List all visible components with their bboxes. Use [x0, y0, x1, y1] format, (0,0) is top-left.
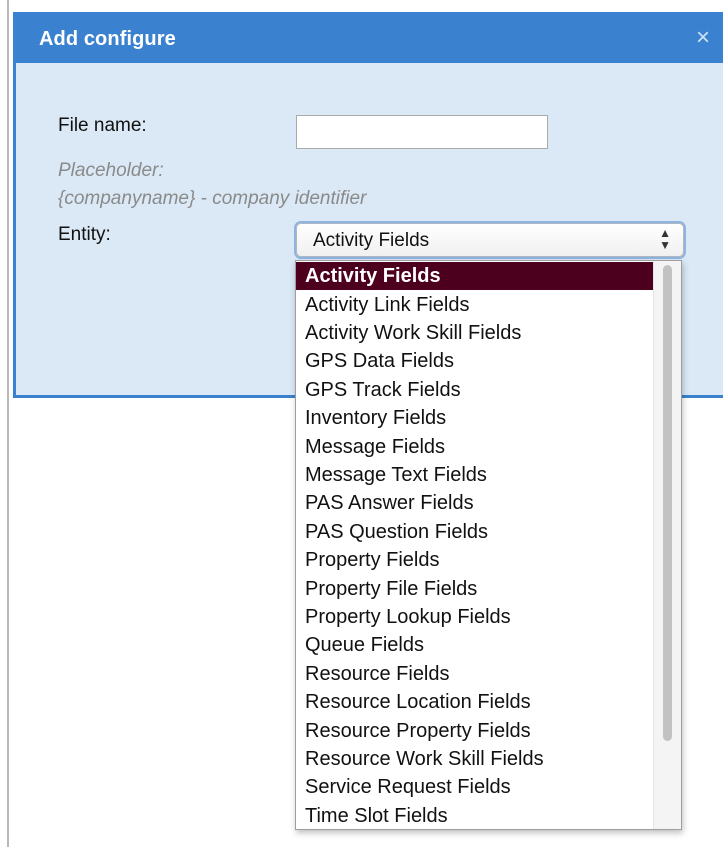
- chevron-up-down-icon: ▲ ▼: [659, 226, 671, 252]
- dropdown-option-inventory-fields[interactable]: Inventory Fields: [296, 404, 653, 432]
- dropdown-option-property-lookup-fields[interactable]: Property Lookup Fields: [296, 603, 653, 631]
- dropdown-option-resource-work-skill-fields[interactable]: Resource Work Skill Fields: [296, 745, 653, 773]
- dropdown-option-message-text-fields[interactable]: Message Text Fields: [296, 461, 653, 489]
- file-name-label: File name:: [58, 115, 147, 136]
- dropdown-option-service-request-fields[interactable]: Service Request Fields: [296, 773, 653, 801]
- placeholder-hint-title: Placeholder:: [58, 160, 164, 181]
- dropdown-option-activity-link-fields[interactable]: Activity Link Fields: [296, 291, 653, 319]
- dropdown-option-gps-track-fields[interactable]: GPS Track Fields: [296, 376, 653, 404]
- dropdown-option-resource-fields[interactable]: Resource Fields: [296, 660, 653, 688]
- dropdown-option-message-fields[interactable]: Message Fields: [296, 433, 653, 461]
- dropdown-scrollbar-thumb[interactable]: [663, 265, 672, 741]
- page-frame-line: [7, 0, 9, 847]
- file-name-input[interactable]: [296, 115, 548, 149]
- dialog-titlebar: Add configure ×: [16, 15, 723, 63]
- dropdown-option-queue-fields[interactable]: Queue Fields: [296, 631, 653, 659]
- dropdown-option-pas-question-fields[interactable]: PAS Question Fields: [296, 518, 653, 546]
- dropdown-option-time-slot-fields[interactable]: Time Slot Fields: [296, 802, 653, 829]
- entity-label: Entity:: [58, 224, 111, 245]
- close-icon[interactable]: ×: [691, 24, 715, 52]
- placeholder-hint-description: {companyname} - company identifier: [58, 188, 367, 209]
- entity-dropdown-list: Activity Fields Activity Link Fields Act…: [295, 260, 682, 830]
- dropdown-scrollbar-track[interactable]: [653, 261, 681, 829]
- entity-select[interactable]: Activity Fields ▲ ▼: [296, 223, 684, 257]
- dropdown-option-pas-answer-fields[interactable]: PAS Answer Fields: [296, 489, 653, 517]
- dropdown-option-property-file-fields[interactable]: Property File Fields: [296, 575, 653, 603]
- dropdown-option-activity-fields[interactable]: Activity Fields: [296, 262, 653, 290]
- entity-select-value: Activity Fields: [313, 230, 430, 251]
- dropdown-option-resource-property-fields[interactable]: Resource Property Fields: [296, 717, 653, 745]
- dropdown-option-resource-location-fields[interactable]: Resource Location Fields: [296, 688, 653, 716]
- dialog-title: Add configure: [39, 28, 176, 50]
- dropdown-option-gps-data-fields[interactable]: GPS Data Fields: [296, 347, 653, 375]
- dropdown-option-property-fields[interactable]: Property Fields: [296, 546, 653, 574]
- dropdown-option-activity-work-skill-fields[interactable]: Activity Work Skill Fields: [296, 319, 653, 347]
